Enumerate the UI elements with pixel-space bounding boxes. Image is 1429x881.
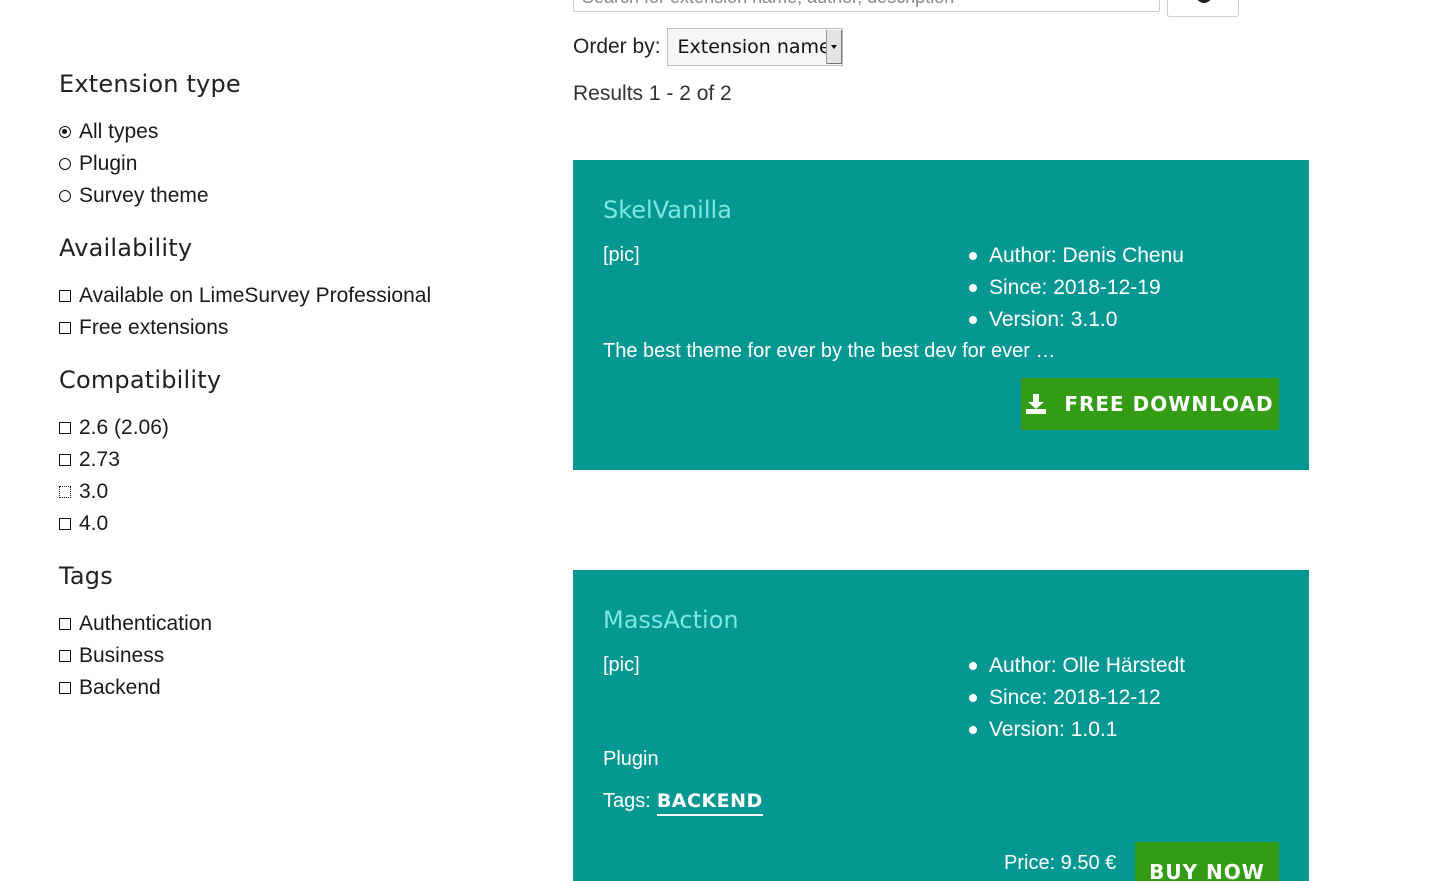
filter-tags: Tags Authentication Business Backend <box>59 562 539 704</box>
search-button[interactable] <box>1167 0 1239 17</box>
download-icon <box>1026 394 1047 414</box>
option-label: Backend <box>79 676 161 699</box>
extension-card: MassAction [pic] Author: Olle Härstedt S… <box>573 570 1309 881</box>
filter-title: Compatibility <box>59 366 222 394</box>
order-label: Order by: <box>573 35 661 58</box>
search-icon <box>1196 0 1212 3</box>
checkbox-professional[interactable]: Available on LimeSurvey Professional <box>59 280 539 312</box>
checkbox[interactable] <box>59 682 71 694</box>
extension-image: [pic] <box>603 654 640 676</box>
checkbox[interactable] <box>59 486 71 498</box>
radio-survey-theme[interactable]: Survey theme <box>59 180 539 212</box>
filter-title: Availability <box>59 234 193 262</box>
checkbox-free[interactable]: Free extensions <box>59 312 539 344</box>
filter-sidebar: Extension type All types Plugin Survey t… <box>59 70 539 726</box>
extension-version: Version: 3.1.0 <box>969 304 1184 336</box>
order-select[interactable]: Extension name <box>666 28 843 66</box>
radio-button[interactable] <box>59 126 71 138</box>
checkbox-version-30[interactable]: 3.0 <box>59 476 539 508</box>
extension-meta-list: Author: Denis Chenu Since: 2018-12-19 Ve… <box>969 240 1184 336</box>
buy-now-button[interactable]: BUY NOW <box>1135 842 1279 881</box>
extension-since: Since: 2018-12-12 <box>969 682 1185 714</box>
radio-plugin[interactable]: Plugin <box>59 148 539 180</box>
radio-all-types[interactable]: All types <box>59 116 539 148</box>
checkbox[interactable] <box>59 618 71 630</box>
extension-price: Price: 9.50 € <box>1004 852 1117 874</box>
extension-card: SkelVanilla [pic] Author: Denis Chenu Si… <box>573 160 1309 470</box>
chevron-down-icon[interactable] <box>825 30 842 64</box>
option-label: All types <box>79 120 159 143</box>
extension-shop-page: Search for extension name, author, descr… <box>0 0 1429 881</box>
checkbox-tag-business[interactable]: Business <box>59 640 539 672</box>
checkbox-version-273[interactable]: 2.73 <box>59 444 539 476</box>
extension-meta-list: Author: Olle Härstedt Since: 2018-12-12 … <box>969 650 1185 746</box>
extension-author: Author: Olle Härstedt <box>969 650 1185 682</box>
option-label: Plugin <box>79 152 138 175</box>
button-label: BUY NOW <box>1149 860 1265 881</box>
filter-title: Tags <box>59 562 113 590</box>
extension-name-link[interactable]: MassAction <box>603 606 739 634</box>
checkbox-tag-authentication[interactable]: Authentication <box>59 608 539 640</box>
extension-type: Plugin <box>603 748 659 770</box>
filter-title: Extension type <box>59 70 241 98</box>
free-download-button[interactable]: FREE DOWNLOAD <box>1021 378 1279 430</box>
extension-tags: Tags: BACKEND <box>603 790 763 816</box>
checkbox-version-26[interactable]: 2.6 (2.06) <box>59 412 539 444</box>
radio-button[interactable] <box>59 190 71 202</box>
filter-compatibility: Compatibility 2.6 (2.06) 2.73 3.0 4.0 <box>59 366 539 540</box>
order-select-value: Extension name <box>677 36 831 58</box>
option-label: Business <box>79 644 165 667</box>
filter-availability: Availability Available on LimeSurvey Pro… <box>59 234 539 344</box>
extension-author: Author: Denis Chenu <box>969 240 1184 272</box>
checkbox[interactable] <box>59 290 71 302</box>
search-input[interactable]: Search for extension name, author, descr… <box>573 0 1160 12</box>
checkbox[interactable] <box>59 454 71 466</box>
order-row: Order by: Extension name <box>573 28 843 66</box>
option-label: 4.0 <box>79 512 109 535</box>
option-label: Free extensions <box>79 316 229 339</box>
option-label: 2.73 <box>79 448 120 471</box>
checkbox[interactable] <box>59 422 71 434</box>
extension-version: Version: 1.0.1 <box>969 714 1185 746</box>
option-label: Available on LimeSurvey Professional <box>79 284 432 307</box>
checkbox-version-40[interactable]: 4.0 <box>59 508 539 540</box>
extension-image: [pic] <box>603 244 640 266</box>
option-label: 2.6 (2.06) <box>79 416 169 439</box>
extension-name-link[interactable]: SkelVanilla <box>603 196 732 224</box>
results-count: Results 1 - 2 of 2 <box>573 82 732 105</box>
radio-button[interactable] <box>59 158 71 170</box>
checkbox[interactable] <box>59 322 71 334</box>
checkbox[interactable] <box>59 518 71 530</box>
checkbox[interactable] <box>59 650 71 662</box>
option-label: Survey theme <box>79 184 209 207</box>
filter-extension-type: Extension type All types Plugin Survey t… <box>59 70 539 212</box>
extension-since: Since: 2018-12-19 <box>969 272 1184 304</box>
checkbox-tag-backend[interactable]: Backend <box>59 672 539 704</box>
tags-label: Tags: <box>603 790 651 812</box>
option-label: 3.0 <box>79 480 109 503</box>
tag-link-backend[interactable]: BACKEND <box>656 790 763 816</box>
option-label: Authentication <box>79 612 213 635</box>
button-label: FREE DOWNLOAD <box>1064 392 1274 416</box>
extension-description: The best theme for ever by the best dev … <box>603 340 1056 362</box>
